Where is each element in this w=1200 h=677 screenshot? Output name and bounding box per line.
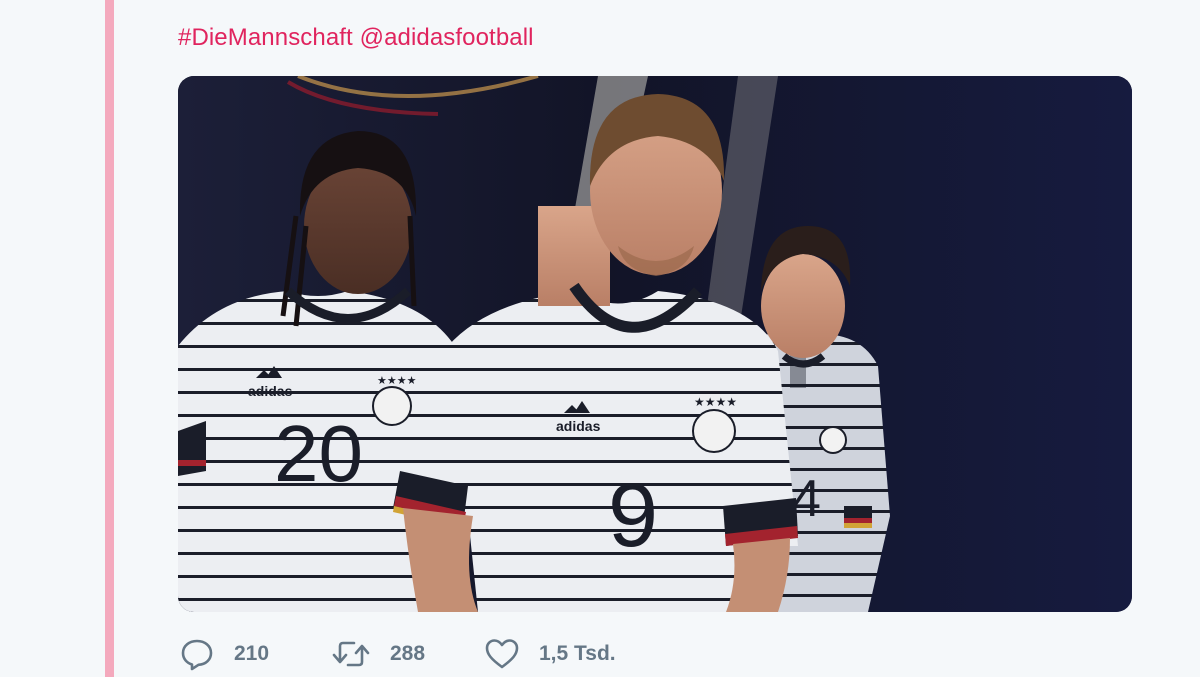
tweet-text: #DieMannschaft @adidasfootball bbox=[178, 22, 534, 54]
adidas-text-left: adidas bbox=[248, 383, 293, 399]
tweet-page: #DieMannschaft @adidasfootball 4 adidas … bbox=[0, 0, 1200, 677]
heart-icon bbox=[485, 637, 519, 671]
reply-button[interactable]: 210 bbox=[180, 637, 332, 671]
mention-link[interactable]: @adidasfootball bbox=[360, 24, 534, 51]
retweet-button[interactable]: 288 bbox=[332, 637, 485, 671]
retweet-icon bbox=[332, 637, 370, 671]
retweet-count: 288 bbox=[390, 642, 426, 665]
photo-illustration: 4 adidas ★★★★ 20 adidas ★★★★ 9 bbox=[178, 76, 1132, 612]
svg-text:★★★★: ★★★★ bbox=[377, 374, 417, 387]
like-count: 1,5 Tsd. bbox=[539, 642, 616, 665]
thread-accent-bar bbox=[105, 0, 114, 677]
reply-bubble-icon bbox=[180, 637, 214, 671]
tweet-actions: 210 288 1,5 Tsd. bbox=[180, 636, 685, 672]
reply-count: 210 bbox=[234, 642, 270, 665]
tweet-photo[interactable]: 4 adidas ★★★★ 20 adidas ★★★★ 9 bbox=[178, 76, 1132, 612]
like-button[interactable]: 1,5 Tsd. bbox=[485, 637, 685, 671]
adidas-text-center: adidas bbox=[556, 418, 601, 434]
shirt-number-center: 9 bbox=[608, 466, 658, 566]
svg-text:★★★★: ★★★★ bbox=[694, 395, 737, 409]
shirt-number-left: 20 bbox=[274, 409, 363, 498]
hashtag-link[interactable]: #DieMannschaft bbox=[178, 24, 353, 51]
